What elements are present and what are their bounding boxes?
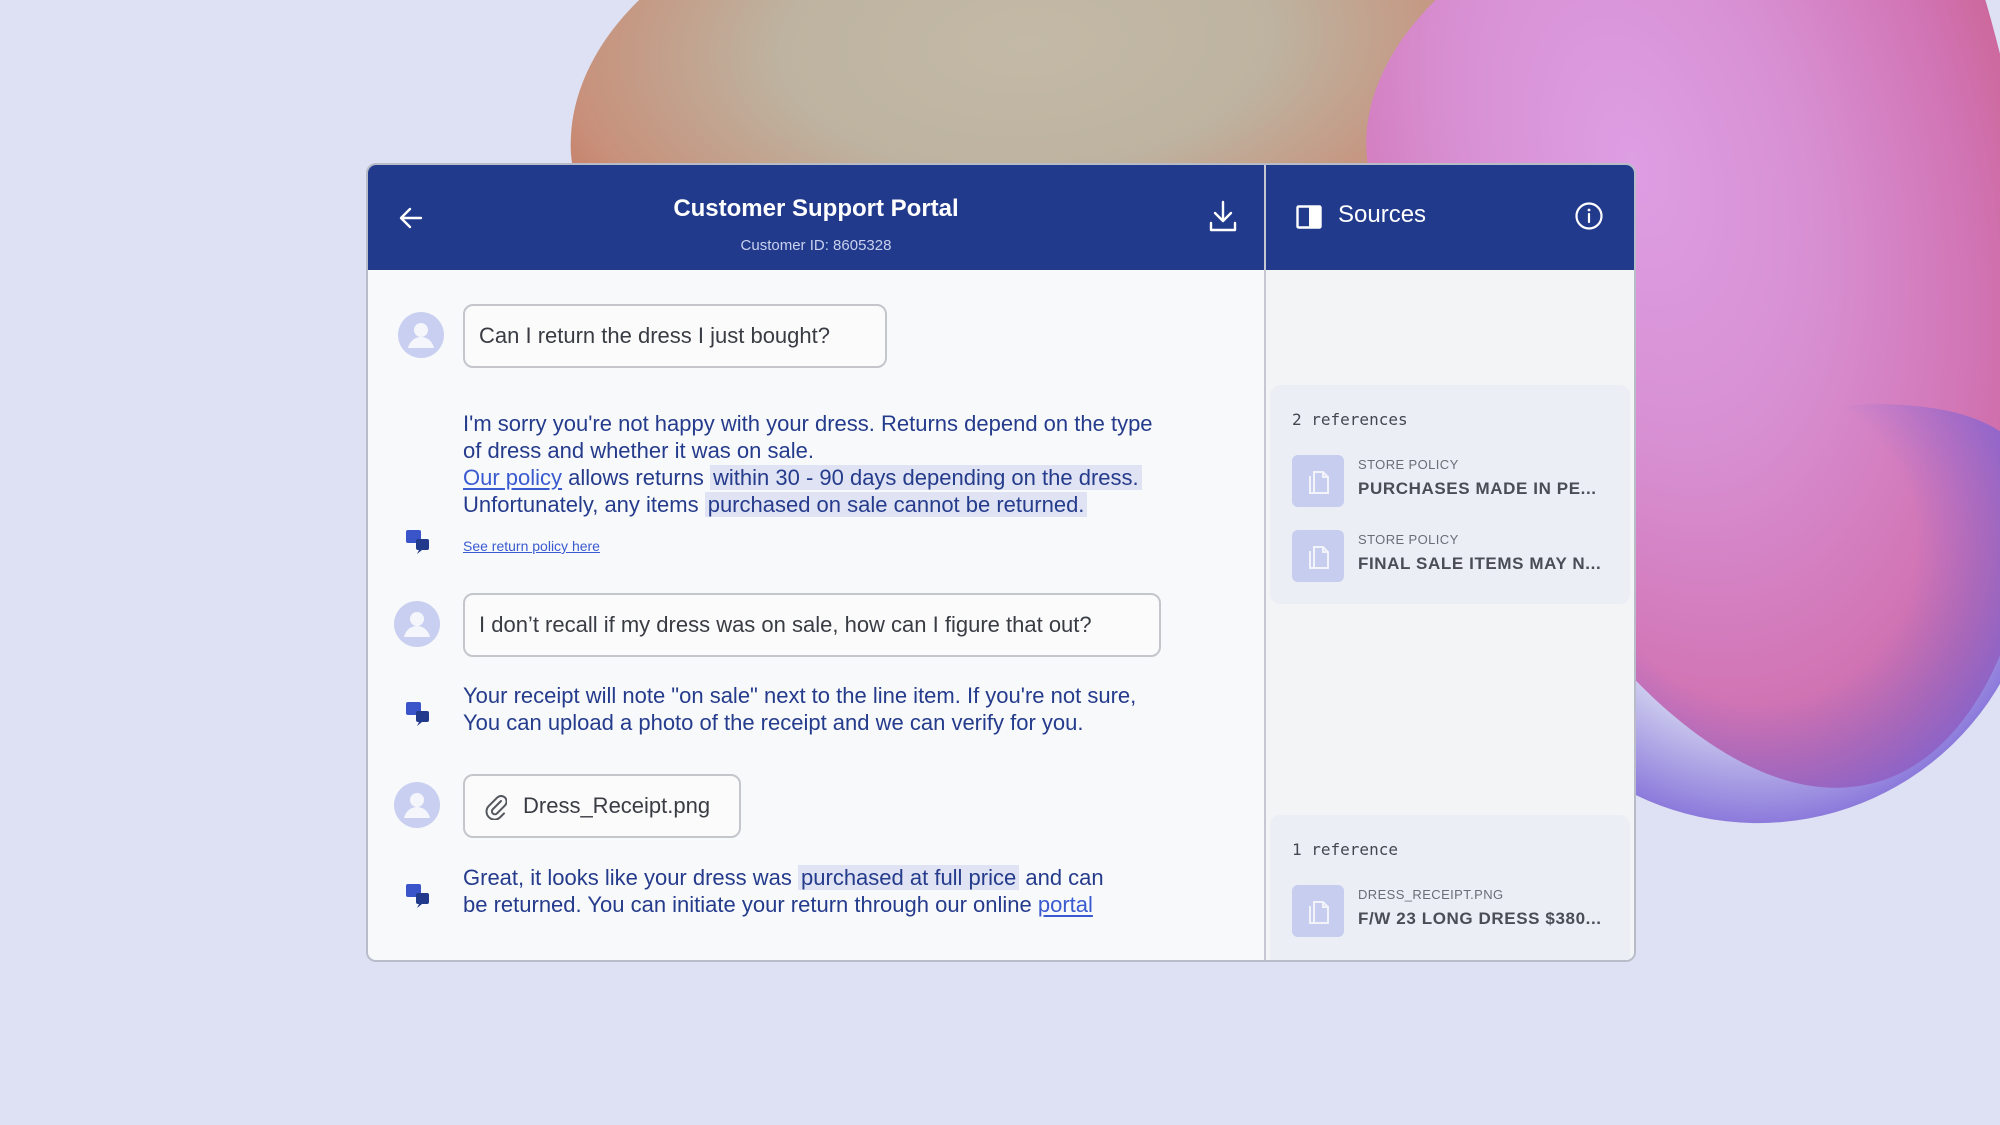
reference-title: FINAL SALE ITEMS MAY N...: [1358, 554, 1602, 573]
document-icon: [1292, 885, 1344, 937]
user-avatar-icon: [394, 782, 440, 828]
user-message: Can I return the dress I just bought?: [463, 304, 887, 368]
reference-item[interactable]: DRESS_RECEIPT.PNG F/W 23 LONG DRESS $380…: [1292, 885, 1620, 939]
attachment-bubble[interactable]: Dress_Receipt.png: [463, 774, 741, 838]
page-title: Customer Support Portal: [673, 195, 959, 222]
sources-title: Sources: [1338, 201, 1427, 228]
reference-group: 2 references STORE POLICY PURCHASES MADE…: [1270, 385, 1630, 604]
reference-item[interactable]: STORE POLICY PURCHASES MADE IN PE...: [1292, 455, 1620, 509]
reference-label: DRESS_RECEIPT.PNG: [1358, 887, 1504, 902]
chat-bubbles-icon: [406, 702, 429, 726]
reference-count: 1 reference: [1292, 840, 1398, 859]
info-icon[interactable]: [1574, 201, 1604, 231]
return-policy-link[interactable]: See return policy here: [463, 538, 600, 554]
attachment-filename: Dress_Receipt.png: [523, 793, 711, 818]
reference-title: F/W 23 LONG DRESS $380...: [1358, 909, 1602, 928]
portal-link[interactable]: portal: [1038, 892, 1093, 917]
sources-header: Sources: [1266, 165, 1634, 270]
sources-pane: Sources 2 references STORE POLICY PURCHA…: [1266, 165, 1634, 960]
highlight: purchased at full price: [798, 865, 1020, 890]
document-icon: [1292, 530, 1344, 582]
document-icon: [1292, 455, 1344, 507]
user-message: I don’t recall if my dress was on sale, …: [463, 593, 1161, 657]
highlight: within 30 - 90 days depending on the dre…: [710, 465, 1142, 490]
bot-message: I'm sorry you're not happy with your dre…: [463, 411, 1153, 517]
reference-label: STORE POLICY: [1358, 532, 1459, 547]
chat-bubbles-icon: [406, 530, 429, 554]
download-icon[interactable]: [1208, 199, 1238, 233]
chat-header: Customer Support Portal Customer ID: 860…: [368, 165, 1264, 270]
bot-message: Great, it looks like your dress was purc…: [463, 865, 1104, 917]
support-window: Customer Support Portal Customer ID: 860…: [366, 163, 1636, 962]
reference-title: PURCHASES MADE IN PE...: [1358, 479, 1597, 498]
reference-count: 2 references: [1292, 410, 1408, 429]
customer-id: Customer ID: 8605328: [740, 237, 892, 254]
reference-item[interactable]: STORE POLICY FINAL SALE ITEMS MAY N...: [1292, 530, 1620, 584]
user-avatar-icon: [394, 601, 440, 647]
user-avatar-icon: [398, 312, 444, 358]
panel-toggle-icon[interactable]: [1296, 205, 1322, 229]
chat-bubbles-icon: [406, 884, 429, 908]
paperclip-icon: [485, 795, 507, 820]
bot-message: Your receipt will note "on sale" next to…: [463, 683, 1137, 735]
user-message-text: I don’t recall if my dress was on sale, …: [479, 612, 1092, 637]
highlight: purchased on sale cannot be returned.: [704, 492, 1088, 517]
user-message-text: Can I return the dress I just bought?: [479, 323, 830, 348]
chat-pane: Customer Support Portal Customer ID: 860…: [368, 165, 1266, 960]
policy-link[interactable]: Our policy: [463, 465, 562, 490]
reference-group: 1 reference DRESS_RECEIPT.PNG F/W 23 LON…: [1270, 815, 1630, 960]
reference-label: STORE POLICY: [1358, 457, 1459, 472]
